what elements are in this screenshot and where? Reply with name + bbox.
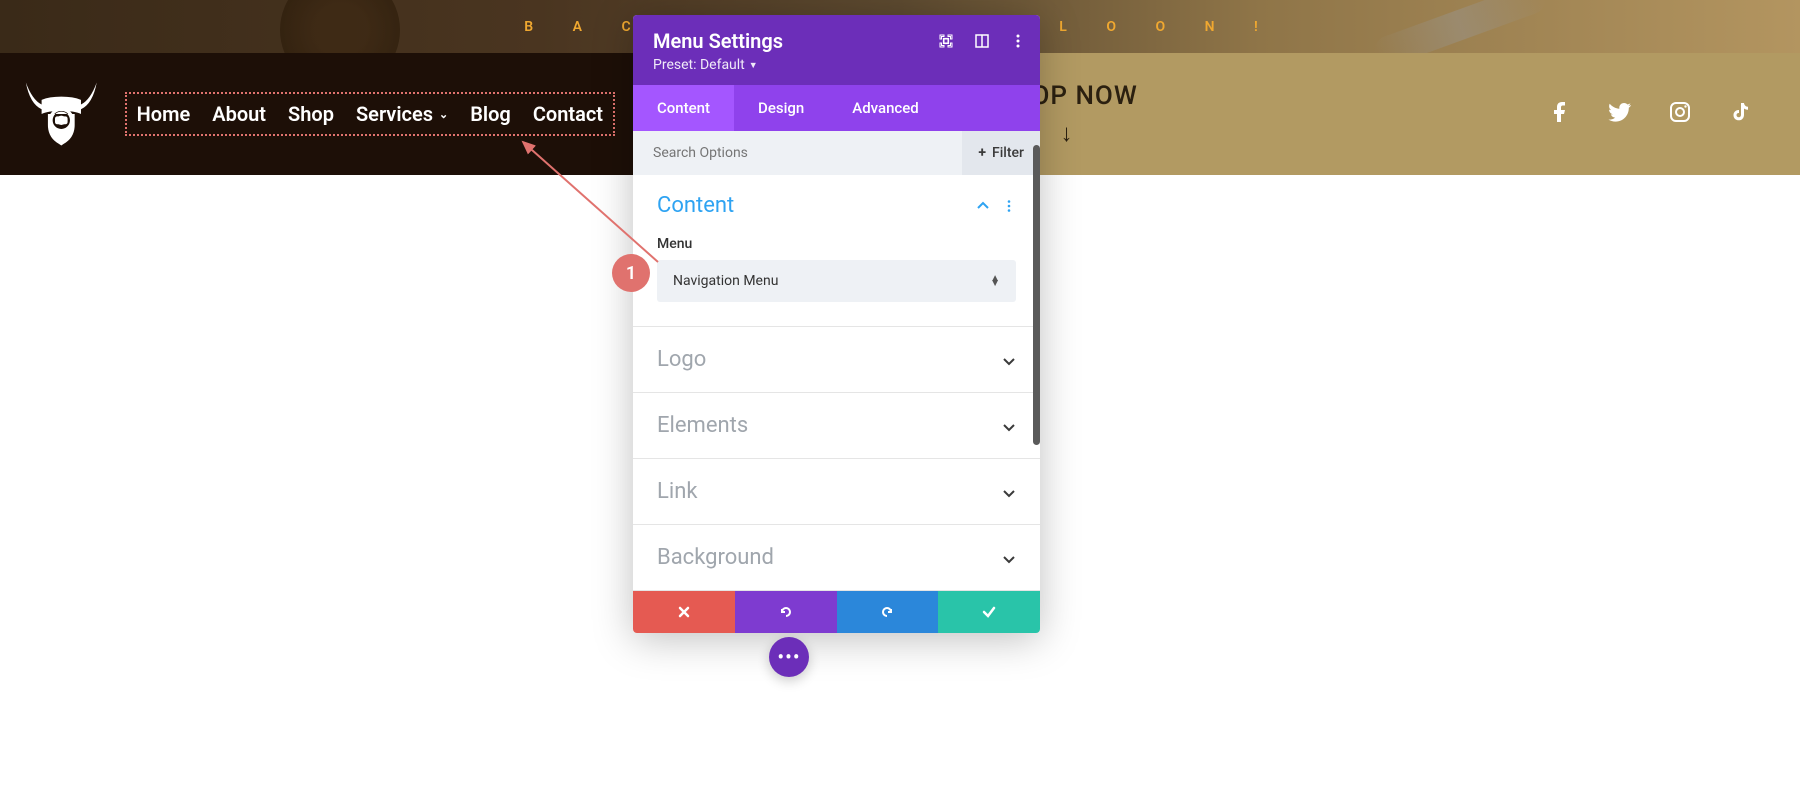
nav-label: Contact [533,102,603,126]
search-input[interactable] [653,131,962,175]
preset-label: Preset: Default [653,57,745,73]
chevron-down-icon [1002,485,1016,499]
section-elements[interactable]: Elements [633,392,1040,458]
panel-body: Content Menu Navigation Menu ▲▼ Logo Ele… [633,175,1040,591]
header-left: Home About Shop Services ⌄ Blog Contact [0,53,633,175]
kebab-icon[interactable] [1002,199,1016,213]
chevron-up-icon[interactable] [976,199,990,213]
nav-label: Blog [470,102,511,126]
scrollbar-thumb[interactable] [1033,145,1040,445]
section-title: Elements [657,413,748,438]
settings-panel: Menu Settings Preset: Default ▼ Content … [633,15,1040,633]
section-header[interactable]: Content [657,193,1016,218]
site-logo[interactable] [18,66,105,162]
panel-header: Menu Settings Preset: Default ▼ [633,15,1040,85]
twitter-icon[interactable] [1608,100,1632,128]
bull-logo-icon [18,66,105,162]
facebook-icon[interactable] [1548,100,1572,128]
more-fab[interactable]: ••• [769,637,809,677]
undo-button[interactable] [735,591,837,633]
chevron-down-icon: ⌄ [439,108,448,121]
nav-menu-highlight: Home About Shop Services ⌄ Blog Contact [125,92,615,136]
section-title: Background [657,545,774,570]
section-header-icons [976,199,1016,213]
tab-advanced[interactable]: Advanced [828,85,942,131]
instagram-icon[interactable] [1668,100,1692,128]
nav-item-services[interactable]: Services ⌄ [356,102,448,126]
nav-label: Services [356,102,433,126]
panel-header-actions [938,33,1026,49]
field-label-menu: Menu [657,236,1016,252]
preset-selector[interactable]: Preset: Default ▼ [653,57,1020,73]
section-title: Logo [657,347,706,372]
arrow-down-icon: ↓ [1061,119,1073,148]
section-link[interactable]: Link [633,458,1040,524]
nav-label: About [212,102,266,126]
panel-actions [633,591,1040,633]
banner-decoration-cup [280,0,400,53]
save-button[interactable] [938,591,1040,633]
section-title: Content [657,193,734,218]
tab-content[interactable]: Content [633,85,734,131]
nav-label: Home [137,102,191,126]
menu-select[interactable]: Navigation Menu ▲▼ [657,260,1016,302]
redo-button[interactable] [837,591,939,633]
columns-icon[interactable] [974,33,990,49]
tab-design[interactable]: Design [734,85,828,131]
nav-item-shop[interactable]: Shop [288,102,334,126]
nav-item-home[interactable]: Home [137,102,191,126]
section-title: Link [657,479,698,504]
section-background[interactable]: Background [633,524,1040,591]
nav-item-blog[interactable]: Blog [470,102,511,126]
filter-button[interactable]: + Filter [962,131,1040,175]
plus-icon: + [978,145,986,161]
section-logo[interactable]: Logo [633,326,1040,392]
nav-item-contact[interactable]: Contact [533,102,603,126]
header-social [1500,53,1800,175]
kebab-icon[interactable] [1010,33,1026,49]
nav-label: Shop [288,102,334,126]
panel-tabs: Content Design Advanced [633,85,1040,131]
expand-icon[interactable] [938,33,954,49]
chevron-down-icon [1002,353,1016,367]
select-arrows-icon: ▲▼ [990,276,1000,286]
filter-label: Filter [992,145,1024,161]
select-value: Navigation Menu [673,273,778,289]
cancel-button[interactable] [633,591,735,633]
caret-down-icon: ▼ [749,60,758,71]
banner-decoration-spoon [1370,0,1549,53]
tiktok-icon[interactable] [1728,100,1752,128]
nav-item-about[interactable]: About [212,102,266,126]
chevron-down-icon [1002,551,1016,565]
panel-search-bar: + Filter [633,131,1040,175]
chevron-down-icon [1002,419,1016,433]
section-content: Content Menu Navigation Menu ▲▼ [633,175,1040,326]
